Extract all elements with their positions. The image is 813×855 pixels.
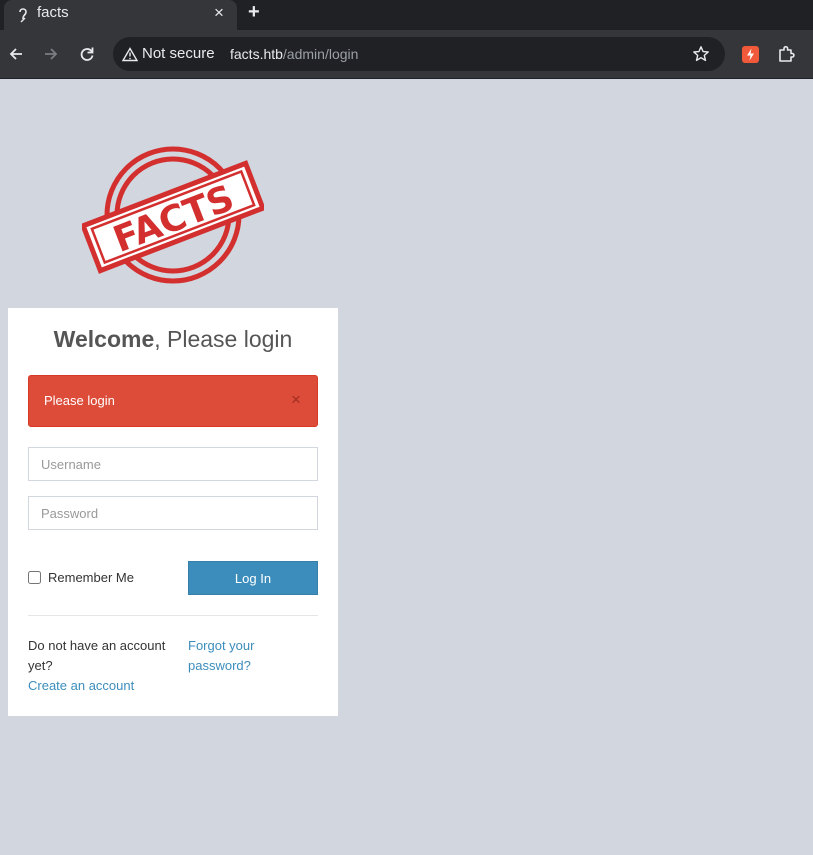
forgot-section: Forgot your password? xyxy=(188,636,318,676)
url-path: /admin/login xyxy=(282,46,359,62)
remember-me-label: Remember Me xyxy=(48,570,134,585)
url-host: facts.htb xyxy=(230,46,283,62)
forgot-password-link[interactable]: Forgot your password? xyxy=(188,636,318,676)
login-title-rest: , Please login xyxy=(154,326,293,352)
login-box: Welcome, Please login Please login × Rem… xyxy=(8,308,338,716)
new-tab-button[interactable]: + xyxy=(248,1,260,24)
reload-icon[interactable] xyxy=(77,44,97,64)
forward-arrow-icon[interactable] xyxy=(41,44,61,64)
bookmark-star-icon[interactable] xyxy=(692,45,710,63)
warning-icon[interactable] xyxy=(122,47,138,62)
login-alert: Please login × xyxy=(28,375,318,427)
create-account-link[interactable]: Create an account xyxy=(28,676,178,696)
remember-me[interactable]: Remember Me xyxy=(28,570,134,585)
page-favicon-icon xyxy=(19,8,27,23)
login-title-bold: Welcome xyxy=(53,326,155,352)
login-title: Welcome, Please login xyxy=(8,326,338,353)
username-input[interactable] xyxy=(28,447,318,481)
address-bar[interactable]: Not secure facts.htb/admin/login xyxy=(113,37,725,71)
extensions-puzzle-icon[interactable] xyxy=(777,44,797,64)
browser-toolbar: Not secure facts.htb/admin/login xyxy=(0,30,813,79)
browser-tabbar: facts × + xyxy=(0,0,813,30)
browser-tab[interactable]: facts × xyxy=(4,0,237,30)
tab-title: facts xyxy=(37,4,69,21)
login-button[interactable]: Log In xyxy=(188,561,318,595)
extension-icon[interactable] xyxy=(742,46,759,63)
alert-message: Please login xyxy=(44,393,115,408)
remember-me-checkbox[interactable] xyxy=(28,571,41,584)
back-arrow-icon[interactable] xyxy=(6,44,26,64)
security-label[interactable]: Not secure xyxy=(142,45,215,62)
facts-logo: FACTS xyxy=(82,146,264,284)
no-account-text: Do not have an account yet? xyxy=(28,638,166,673)
alert-close-icon[interactable]: × xyxy=(291,390,301,410)
password-input[interactable] xyxy=(28,496,318,530)
bolt-icon xyxy=(747,48,754,61)
divider xyxy=(28,615,318,616)
register-section: Do not have an account yet? Create an ac… xyxy=(28,636,178,696)
url-text[interactable]: facts.htb/admin/login xyxy=(230,46,358,62)
tab-close-icon[interactable]: × xyxy=(214,3,224,23)
